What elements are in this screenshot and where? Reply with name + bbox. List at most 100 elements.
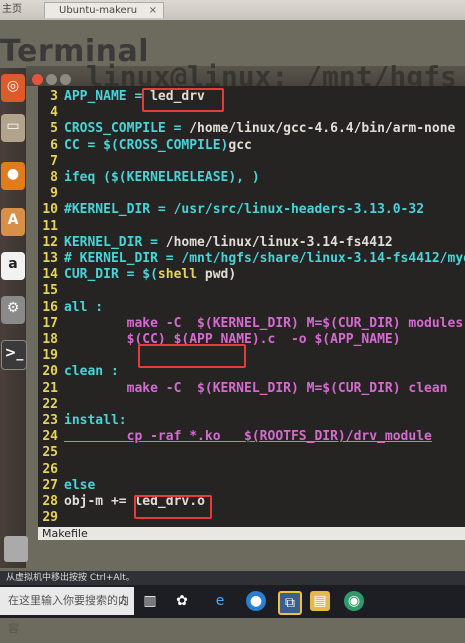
code-line: 12 KERNEL_DIR = /home/linux/linux-3.14-fs… — [38, 234, 393, 252]
code-token: all : — [64, 299, 104, 315]
line-number: 4 — [50, 105, 58, 121]
terminal-icon[interactable]: >_ — [1, 340, 27, 370]
code-line: 25 — [38, 445, 64, 462]
line-number: 27 — [42, 477, 58, 493]
code-line: 16 all : — [38, 300, 103, 317]
code-line: 15 — [38, 283, 64, 300]
line-number: 26 — [42, 461, 58, 477]
file-status-bar: Makefile — [38, 527, 465, 540]
code-token: gcc — [228, 137, 252, 153]
file-explorer-icon[interactable]: ▤ — [310, 591, 330, 611]
code-token: else — [64, 477, 96, 493]
code-token: CUR_DIR = $( — [64, 267, 158, 283]
code-line: 27 else — [38, 478, 95, 495]
edge-browser-icon[interactable]: e — [210, 591, 230, 611]
code-line: 10 #KERNEL_DIR = /usr/src/linux-headers-3… — [38, 202, 424, 219]
window-titlebar: linux@linux: /mnt/hgfs — [26, 60, 465, 93]
code-line: 6 CC = $(CROSS_COMPILE)gcc — [38, 138, 252, 155]
task-view-icon[interactable]: ▥ — [140, 591, 160, 611]
code-token: obj-m += — [64, 494, 135, 509]
code-token: -o $(APP_NAME) — [275, 332, 401, 347]
code-token: install: — [64, 413, 127, 428]
vmware-icon[interactable]: ⧉ — [278, 591, 302, 615]
maximize-window-icon[interactable] — [60, 74, 71, 85]
code-line: 4 — [38, 105, 64, 122]
code-line: 22 — [38, 397, 64, 414]
line-number: 13 — [42, 251, 58, 266]
code-line: 9 — [38, 186, 64, 203]
line-number: 15 — [42, 283, 58, 299]
close-window-icon[interactable] — [32, 74, 43, 85]
trash-icon[interactable] — [4, 536, 28, 562]
code-token: make -C $(KERNEL_DIR) M=$(CUR_DIR) clean — [64, 380, 448, 396]
highlight-app-name-value — [142, 88, 224, 112]
highlight-obj-m-target — [134, 495, 212, 519]
code-token: #KERNEL_DIR = /usr/src/linux-headers-3.1… — [64, 202, 425, 218]
code-token: pwd) — [197, 267, 237, 283]
settings-icon[interactable]: ⚙ — [1, 296, 25, 324]
ubuntu-launcher: ◎ ▭ ● A a ⚙ >_ — [0, 68, 27, 568]
highlight-app-name-source — [138, 344, 246, 368]
code-line: 17 make -C $(KERNEL_DIR) M=$(CUR_DIR) mo… — [38, 316, 463, 333]
close-icon[interactable]: × — [149, 3, 157, 19]
code-line: 20 clean : — [38, 364, 119, 381]
code-line: 7 — [38, 154, 64, 171]
search-placeholder: 在这里输入你要搜索的内容 — [8, 594, 129, 635]
terminal-editor[interactable]: 3 APP_NAME = led_drv 4 5 CROSS_COMPILE = /ho… — [38, 86, 465, 529]
line-number: 12 — [42, 234, 58, 250]
tab-ubuntu-vm-label: Ubuntu-makeru — [59, 5, 138, 16]
software-center-icon[interactable]: A — [1, 208, 25, 236]
code-token: clean : — [64, 364, 119, 380]
line-number: 16 — [42, 299, 58, 315]
code-token: CROSS_COMPILE = — [64, 121, 190, 137]
windows-taskbar: 在这里输入你要搜索的内容 ♫ ▥ ✿ e ● ⧉ ▤ ◉ — [0, 585, 465, 635]
tab-home[interactable]: 主页 — [2, 2, 38, 18]
code-line: 14 CUR_DIR = $(shell pwd) — [38, 267, 236, 284]
firefox-icon[interactable]: ● — [1, 162, 25, 190]
code-line: 26 — [38, 462, 64, 479]
code-line: 8 ifeq ($(KERNELRELEASE), ) — [38, 170, 260, 187]
code-line: 13 # KERNEL_DIR = /mnt/hgfs/share/linux-3… — [38, 251, 465, 268]
code-line: 29 — [38, 510, 64, 527]
code-token: /home/linux/linux-3.14-fs4412 — [165, 234, 393, 250]
code-line: 5 CROSS_COMPILE = /home/linux/gcc-4.6.4/b… — [38, 121, 455, 138]
amazon-icon[interactable]: a — [1, 252, 25, 280]
code-token: ifeq ($(KERNELRELEASE), ) — [64, 170, 260, 185]
line-number: 9 — [50, 186, 58, 202]
line-number: 17 — [42, 315, 58, 331]
tab-ubuntu-vm[interactable]: Ubuntu-makeru × — [44, 2, 164, 18]
vm-hint-bar: 从虚拟机中移出按按 Ctrl+Alt。 — [0, 571, 465, 585]
line-number: 28 — [42, 494, 58, 509]
line-number: 10 — [42, 202, 58, 218]
line-number: 18 — [42, 332, 58, 347]
minimize-window-icon[interactable] — [46, 74, 57, 85]
ubuntu-dash-icon[interactable]: ◎ — [1, 74, 25, 102]
line-number: 25 — [42, 445, 58, 461]
code-token: cp -raf *.ko $(ROOTFS_DIR)/drv_module — [64, 429, 432, 445]
code-token: APP_NAME = — [64, 89, 151, 104]
browser-tab-strip: 主页 Ubuntu-makeru × — [0, 0, 465, 20]
microphone-icon[interactable]: ♫ — [118, 587, 128, 615]
files-icon[interactable]: ▭ — [1, 114, 25, 142]
line-number: 14 — [42, 267, 58, 283]
line-number: 7 — [50, 153, 58, 169]
line-number: 24 — [42, 429, 58, 445]
line-number: 11 — [42, 218, 58, 234]
line-number: 19 — [42, 348, 58, 364]
app-icon-circle[interactable]: ● — [246, 591, 266, 611]
line-number: 5 — [50, 121, 58, 137]
code-token: /home/linux/gcc-4.6.4/bin/arm-none — [189, 121, 456, 137]
taskbar-search-input[interactable]: 在这里输入你要搜索的内容 ♫ — [0, 587, 134, 635]
line-number: 21 — [42, 380, 58, 396]
code-line: 11 — [38, 219, 64, 236]
line-number: 23 — [42, 413, 58, 428]
line-number: 29 — [42, 510, 58, 526]
browser-icon[interactable]: ◉ — [344, 591, 364, 611]
code-line: 24 cp -raf *.ko $(ROOTFS_DIR)/drv_module — [38, 429, 432, 446]
code-token: shell — [157, 267, 198, 283]
pinwheel-icon[interactable]: ✿ — [172, 591, 192, 611]
line-number: 20 — [42, 364, 58, 380]
code-token: make -C $(KERNEL_DIR) M=$(CUR_DIR) modul… — [64, 315, 464, 331]
code-line: 23 install: — [38, 413, 127, 430]
line-number: 3 — [50, 89, 58, 104]
